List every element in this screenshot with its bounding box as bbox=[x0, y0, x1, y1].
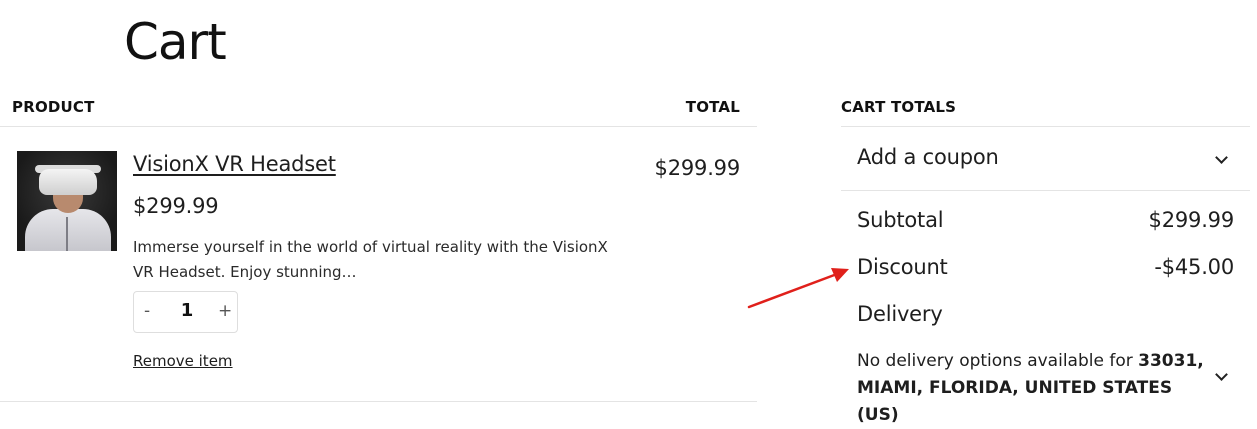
product-description: Immerse yourself in the world of virtual… bbox=[133, 238, 608, 281]
remove-item-link[interactable]: Remove item bbox=[133, 352, 233, 370]
quantity-decrease-button[interactable]: - bbox=[144, 301, 150, 321]
totals-header-divider bbox=[841, 126, 1250, 127]
chevron-down-icon bbox=[1215, 151, 1228, 164]
annotation-arrow-icon bbox=[747, 268, 849, 309]
coupon-label: Add a coupon bbox=[857, 145, 999, 169]
delivery-chevron-down-icon[interactable] bbox=[1215, 368, 1228, 381]
page-title: Cart bbox=[124, 13, 227, 71]
line-total: $299.99 bbox=[654, 156, 741, 180]
cart-totals-header: CART TOTALS bbox=[841, 98, 957, 116]
coupon-divider bbox=[841, 190, 1250, 191]
quantity-stepper: - 1 + bbox=[133, 291, 238, 333]
annotation-arrow-line bbox=[747, 272, 839, 309]
subtotal-label: Subtotal bbox=[857, 208, 944, 232]
add-coupon-toggle[interactable]: Add a coupon bbox=[841, 128, 1250, 190]
thumbnail-zip bbox=[66, 217, 68, 251]
quantity-input[interactable]: 1 bbox=[178, 300, 196, 321]
header-divider bbox=[0, 126, 757, 127]
product-price: $299.99 bbox=[133, 194, 219, 218]
delivery-label: Delivery bbox=[857, 302, 943, 326]
thumbnail-hoodie bbox=[25, 209, 111, 251]
total-column-header: TOTAL bbox=[685, 98, 740, 116]
quantity-increase-button[interactable]: + bbox=[218, 301, 232, 321]
product-thumbnail[interactable] bbox=[17, 151, 117, 251]
product-column-header: PRODUCT bbox=[12, 98, 95, 116]
row-divider bbox=[0, 401, 757, 402]
subtotal-value: $299.99 bbox=[1148, 208, 1235, 232]
thumbnail-vr-visor bbox=[39, 169, 97, 195]
delivery-note: No delivery options available for 33031,… bbox=[857, 348, 1207, 429]
delivery-note-text: No delivery options available for bbox=[857, 351, 1139, 371]
discount-value: -$45.00 bbox=[1154, 255, 1234, 279]
discount-label: Discount bbox=[857, 255, 948, 279]
product-name-link[interactable]: VisionX VR Headset bbox=[133, 152, 336, 176]
